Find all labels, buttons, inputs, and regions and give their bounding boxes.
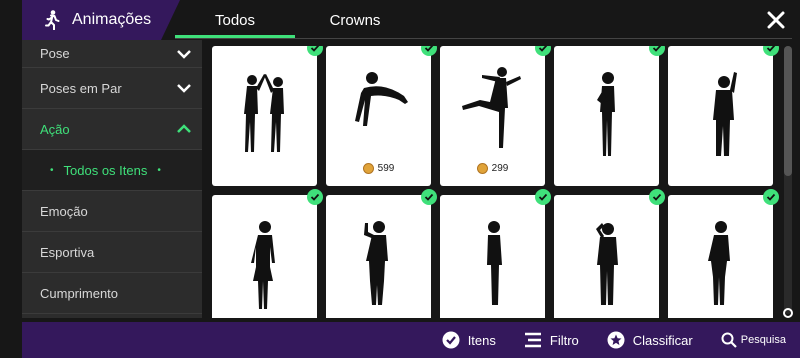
chevron-down-icon	[177, 84, 191, 93]
owned-check-icon	[763, 46, 779, 56]
owned-check-icon	[649, 46, 665, 56]
sidebar-item-label: Ação	[40, 121, 70, 137]
animation-card-standing-side[interactable]	[440, 189, 551, 318]
tab-todos[interactable]: Todos	[175, 0, 295, 40]
close-icon	[767, 11, 785, 29]
chevron-down-icon	[177, 49, 191, 59]
owned-check-icon	[535, 46, 551, 56]
female-finger-up-icon	[344, 215, 414, 316]
animation-card-hand-to-face[interactable]	[668, 189, 779, 318]
animations-screen: Animações Todos Crowns Pose Poses em Par…	[0, 0, 800, 358]
animation-card-female-finger-up[interactable]	[326, 189, 437, 318]
animation-card-hand-on-head[interactable]	[554, 189, 665, 318]
hand-to-face-icon	[686, 215, 756, 316]
owned-check-icon	[763, 189, 779, 205]
sidebar-item-acao[interactable]: Ação	[22, 109, 202, 150]
owned-check-icon	[535, 189, 551, 205]
sidebar-item-label: Emoção	[40, 203, 88, 219]
animation-card-wave[interactable]	[668, 46, 779, 186]
animation-card-push-up[interactable]: 599	[326, 46, 437, 186]
sidebar-item-emocao[interactable]: Emoção	[22, 191, 202, 232]
chevron-up-icon	[177, 124, 191, 133]
header-title-tag: Animações	[22, 0, 180, 40]
standing-side-icon	[458, 215, 528, 316]
wave-icon	[686, 66, 756, 167]
price-tag: 299	[476, 163, 509, 174]
owned-check-icon	[421, 189, 437, 205]
star-badge-icon	[607, 331, 625, 349]
owned-check-icon	[421, 46, 437, 56]
sidebar-item-label: Esportiva	[40, 244, 95, 260]
price-value: 599	[377, 163, 395, 174]
owned-check-icon	[649, 189, 665, 205]
scroll-indicator	[783, 308, 793, 318]
owned-check-icon	[307, 189, 323, 205]
pair-high-five-icon	[230, 66, 300, 167]
sidebar-item-poses-em-par[interactable]: Poses em Par	[22, 68, 202, 109]
animation-card-clapping[interactable]	[554, 46, 665, 186]
scrollbar-thumb[interactable]	[784, 46, 792, 176]
sidebar-item-label: Poses em Par	[40, 80, 122, 96]
page-title: Animações	[72, 11, 152, 28]
animation-card-standing-female[interactable]	[212, 189, 323, 318]
animation-card-pair-high-five[interactable]	[212, 46, 323, 186]
close-button[interactable]	[762, 6, 790, 34]
tabs-divider	[175, 38, 792, 39]
walking-person-icon	[44, 10, 60, 30]
push-up-icon	[344, 58, 414, 159]
high-kick-icon	[458, 58, 528, 159]
sidebar-subitem-label: Todos os Itens	[63, 162, 148, 178]
animation-grid: 599 299	[212, 46, 782, 318]
price-tag: 599	[362, 163, 395, 174]
sidebar-item-esportiva[interactable]: Esportiva	[22, 232, 202, 273]
price-value: 299	[491, 163, 509, 174]
animation-card-high-kick[interactable]: 299	[440, 46, 551, 186]
clapping-icon	[572, 66, 642, 167]
sidebar-item-pose[interactable]: Pose	[22, 40, 202, 68]
sidebar-item-label: Cumprimento	[40, 285, 119, 301]
standing-female-icon	[230, 215, 300, 316]
coin-icon	[362, 163, 374, 174]
owned-check-icon	[307, 46, 323, 56]
sidebar-subitem-todos-os-itens[interactable]: • Todos os Itens •	[22, 150, 202, 191]
bottom-action-bar: Itens Filtro Classificar Pesquisa	[22, 322, 800, 358]
filter-button[interactable]: Filtro	[524, 332, 579, 348]
filter-icon	[524, 332, 542, 348]
check-circle-icon	[442, 331, 460, 349]
hand-on-head-icon	[572, 215, 642, 316]
sidebar-item-label: Pose	[40, 46, 70, 61]
search-button[interactable]: Pesquisa	[721, 332, 786, 348]
search-icon	[721, 332, 737, 348]
coin-icon	[476, 163, 488, 174]
tab-crowns[interactable]: Crowns	[295, 0, 415, 40]
items-button[interactable]: Itens	[442, 331, 496, 349]
sidebar-item-cumprimento[interactable]: Cumprimento	[22, 273, 202, 314]
tab-bar: Todos Crowns	[175, 0, 415, 40]
grid-scrollbar[interactable]	[784, 46, 792, 314]
sort-button[interactable]: Classificar	[607, 331, 693, 349]
category-sidebar: Pose Poses em Par Ação • Todos os Itens …	[22, 40, 202, 318]
